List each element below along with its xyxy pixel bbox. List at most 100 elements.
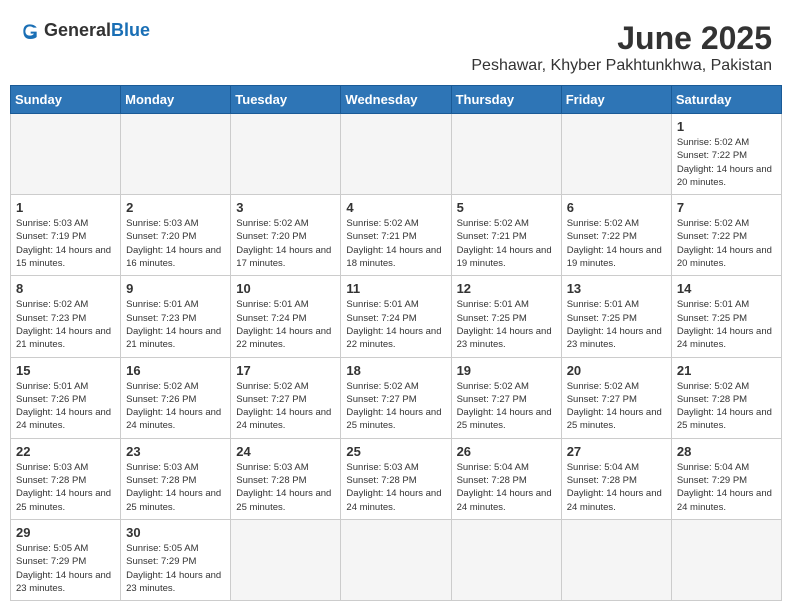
calendar-cell: 4Sunrise: 5:02 AMSunset: 7:21 PMDaylight… [341, 195, 451, 276]
calendar-cell: 19 Sunrise: 5:02 AMSunset: 7:27 PMDayligh… [451, 357, 561, 438]
day-info: Sunrise: 5:03 AMSunset: 7:28 PMDaylight:… [236, 461, 335, 514]
day-number: 5 [457, 200, 556, 215]
calendar-week-row: 1Sunrise: 5:03 AMSunset: 7:19 PMDaylight… [11, 195, 782, 276]
month-year-title: June 2025 [471, 20, 772, 57]
day-number: 3 [236, 200, 335, 215]
day-info: Sunrise: 5:02 AMSunset: 7:22 PMDaylight:… [677, 217, 776, 270]
calendar-cell: 14Sunrise: 5:01 AMSunset: 7:25 PMDayligh… [671, 276, 781, 357]
day-info: Sunrise: 5:04 AMSunset: 7:29 PMDaylight:… [677, 461, 776, 514]
calendar-cell: 17 Sunrise: 5:02 AMSunset: 7:27 PMDayligh… [231, 357, 341, 438]
calendar-header-row: SundayMondayTuesdayWednesdayThursdayFrid… [11, 86, 782, 114]
calendar-cell: 25 Sunrise: 5:03 AMSunset: 7:28 PMDayligh… [341, 438, 451, 519]
calendar-cell: 30Sunrise: 5:05 AMSunset: 7:29 PMDayligh… [121, 519, 231, 600]
day-header-thursday: Thursday [451, 86, 561, 114]
day-info: Sunrise: 5:01 AMSunset: 7:24 PMDaylight:… [346, 298, 445, 351]
day-number: 2 [126, 200, 225, 215]
day-header-saturday: Saturday [671, 86, 781, 114]
calendar-cell: 11 Sunrise: 5:01 AMSunset: 7:24 PMDayligh… [341, 276, 451, 357]
day-info: Sunrise: 5:02 AMSunset: 7:28 PMDaylight:… [677, 380, 776, 433]
day-info: Sunrise: 5:01 AMSunset: 7:25 PMDaylight:… [567, 298, 666, 351]
day-info: Sunrise: 5:01 AMSunset: 7:24 PMDaylight:… [236, 298, 335, 351]
calendar-cell: 23 Sunrise: 5:03 AMSunset: 7:28 PMDayligh… [121, 438, 231, 519]
day-number: 18 [346, 363, 445, 378]
calendar-cell: 24Sunrise: 5:03 AMSunset: 7:28 PMDayligh… [231, 438, 341, 519]
header: GeneralBlue June 2025 Peshawar, Khyber P… [10, 10, 782, 80]
day-info: Sunrise: 5:02 AMSunset: 7:27 PMDaylight:… [567, 380, 666, 433]
day-info: Sunrise: 5:02 AMSunset: 7:27 PMDaylight:… [457, 380, 556, 433]
calendar-cell [231, 114, 341, 195]
calendar-cell [671, 519, 781, 600]
day-header-tuesday: Tuesday [231, 86, 341, 114]
calendar-cell: 29 Sunrise: 5:05 AMSunset: 7:29 PMDayligh… [11, 519, 121, 600]
day-number: 8 [16, 281, 115, 296]
calendar-cell: 7 Sunrise: 5:02 AMSunset: 7:22 PMDaylight… [671, 195, 781, 276]
logo-text-blue: Blue [111, 20, 150, 40]
calendar-week-row: 22 Sunrise: 5:03 AMSunset: 7:28 PMDayligh… [11, 438, 782, 519]
calendar-cell: 15Sunrise: 5:01 AMSunset: 7:26 PMDayligh… [11, 357, 121, 438]
calendar-cell [561, 114, 671, 195]
day-info: Sunrise: 5:03 AMSunset: 7:28 PMDaylight:… [16, 461, 115, 514]
day-number: 11 [346, 281, 445, 296]
day-number: 27 [567, 444, 666, 459]
day-info: Sunrise: 5:05 AMSunset: 7:29 PMDaylight:… [16, 542, 115, 595]
day-info: Sunrise: 5:02 AMSunset: 7:27 PMDaylight:… [236, 380, 335, 433]
calendar-cell: 27Sunrise: 5:04 AMSunset: 7:28 PMDayligh… [561, 438, 671, 519]
calendar-cell: 3 Sunrise: 5:02 AMSunset: 7:20 PMDaylight… [231, 195, 341, 276]
title-block: June 2025 Peshawar, Khyber Pakhtunkhwa, … [471, 20, 772, 75]
day-info: Sunrise: 5:03 AMSunset: 7:28 PMDaylight:… [346, 461, 445, 514]
day-number: 21 [677, 363, 776, 378]
logo-icon [20, 21, 40, 41]
calendar-cell [341, 114, 451, 195]
day-number: 9 [126, 281, 225, 296]
calendar-cell: 1Sunrise: 5:02 AMSunset: 7:22 PMDaylight… [671, 114, 781, 195]
day-number: 14 [677, 281, 776, 296]
day-info: Sunrise: 5:02 AMSunset: 7:23 PMDaylight:… [16, 298, 115, 351]
day-info: Sunrise: 5:03 AMSunset: 7:28 PMDaylight:… [126, 461, 225, 514]
day-info: Sunrise: 5:02 AMSunset: 7:21 PMDaylight:… [457, 217, 556, 270]
day-number: 1 [677, 119, 776, 134]
day-info: Sunrise: 5:01 AMSunset: 7:23 PMDaylight:… [126, 298, 225, 351]
day-info: Sunrise: 5:03 AMSunset: 7:20 PMDaylight:… [126, 217, 225, 270]
calendar-cell: 26Sunrise: 5:04 AMSunset: 7:28 PMDayligh… [451, 438, 561, 519]
day-info: Sunrise: 5:02 AMSunset: 7:20 PMDaylight:… [236, 217, 335, 270]
calendar-cell: 13 Sunrise: 5:01 AMSunset: 7:25 PMDayligh… [561, 276, 671, 357]
calendar-cell: 5 Sunrise: 5:02 AMSunset: 7:21 PMDaylight… [451, 195, 561, 276]
calendar-cell [561, 519, 671, 600]
calendar-cell [231, 519, 341, 600]
calendar-cell: 12Sunrise: 5:01 AMSunset: 7:25 PMDayligh… [451, 276, 561, 357]
calendar-cell: 10Sunrise: 5:01 AMSunset: 7:24 PMDayligh… [231, 276, 341, 357]
calendar-cell [451, 114, 561, 195]
calendar-week-row: 8 Sunrise: 5:02 AMSunset: 7:23 PMDaylight… [11, 276, 782, 357]
calendar-week-row: 29 Sunrise: 5:05 AMSunset: 7:29 PMDayligh… [11, 519, 782, 600]
day-number: 20 [567, 363, 666, 378]
calendar-cell [341, 519, 451, 600]
day-number: 13 [567, 281, 666, 296]
day-number: 29 [16, 525, 115, 540]
location-title: Peshawar, Khyber Pakhtunkhwa, Pakistan [471, 57, 772, 75]
day-info: Sunrise: 5:02 AMSunset: 7:22 PMDaylight:… [567, 217, 666, 270]
calendar-week-row: 1Sunrise: 5:02 AMSunset: 7:22 PMDaylight… [11, 114, 782, 195]
day-number: 17 [236, 363, 335, 378]
day-number: 23 [126, 444, 225, 459]
day-info: Sunrise: 5:02 AMSunset: 7:26 PMDaylight:… [126, 380, 225, 433]
calendar-cell: 2 Sunrise: 5:03 AMSunset: 7:20 PMDaylight… [121, 195, 231, 276]
calendar-cell: 18 Sunrise: 5:02 AMSunset: 7:27 PMDayligh… [341, 357, 451, 438]
calendar-cell: 8 Sunrise: 5:02 AMSunset: 7:23 PMDaylight… [11, 276, 121, 357]
calendar-cell: 22 Sunrise: 5:03 AMSunset: 7:28 PMDayligh… [11, 438, 121, 519]
day-info: Sunrise: 5:01 AMSunset: 7:25 PMDaylight:… [457, 298, 556, 351]
day-number: 22 [16, 444, 115, 459]
day-header-monday: Monday [121, 86, 231, 114]
day-info: Sunrise: 5:02 AMSunset: 7:27 PMDaylight:… [346, 380, 445, 433]
calendar-cell: 9 Sunrise: 5:01 AMSunset: 7:23 PMDaylight… [121, 276, 231, 357]
calendar-cell: 21 Sunrise: 5:02 AMSunset: 7:28 PMDayligh… [671, 357, 781, 438]
day-info: Sunrise: 5:05 AMSunset: 7:29 PMDaylight:… [126, 542, 225, 595]
day-number: 26 [457, 444, 556, 459]
calendar-cell: 1Sunrise: 5:03 AMSunset: 7:19 PMDaylight… [11, 195, 121, 276]
day-number: 7 [677, 200, 776, 215]
day-number: 19 [457, 363, 556, 378]
calendar-cell: 28Sunrise: 5:04 AMSunset: 7:29 PMDayligh… [671, 438, 781, 519]
calendar-cell: 6Sunrise: 5:02 AMSunset: 7:22 PMDaylight… [561, 195, 671, 276]
calendar-cell: 20 Sunrise: 5:02 AMSunset: 7:27 PMDayligh… [561, 357, 671, 438]
day-header-wednesday: Wednesday [341, 86, 451, 114]
day-number: 25 [346, 444, 445, 459]
